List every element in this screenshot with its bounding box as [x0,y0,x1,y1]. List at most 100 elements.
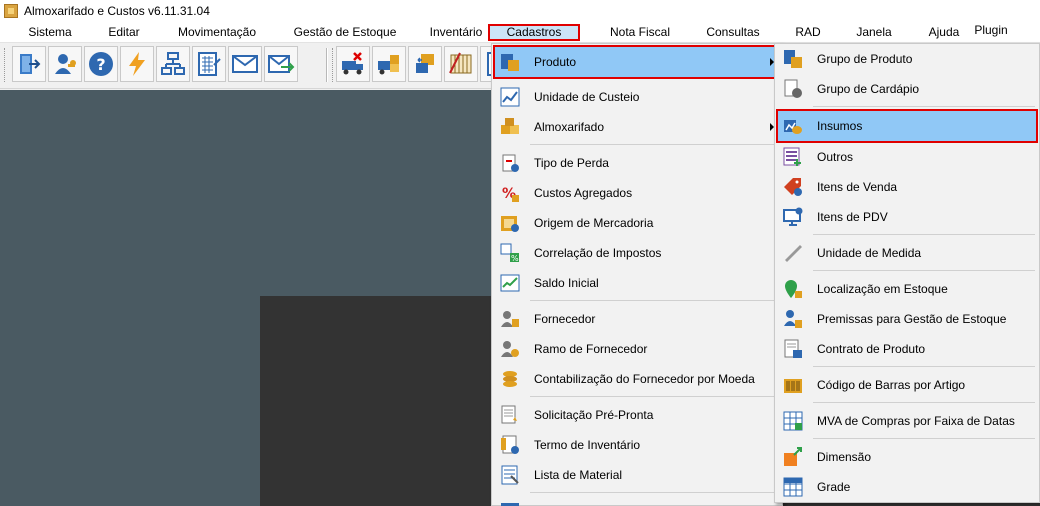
transfer-button[interactable] [408,46,442,82]
loss-type-icon [502,154,519,172]
submenu-item-codigo-de-barras[interactable]: Código de Barras por Artigo [777,372,1037,398]
menu-item-contabilizacao-fornecedor-moeda[interactable]: Contabilização do Fornecedor por Moeda [494,366,780,392]
inventory-button[interactable] [444,46,478,82]
send-mail-button[interactable] [264,46,298,82]
menu-item-saldo-inicial[interactable]: Saldo Inicial [494,270,780,296]
sale-tag-icon [784,178,802,196]
toolbar-gripper[interactable] [4,48,7,82]
exit-button[interactable] [12,46,46,82]
menu-cadastros[interactable]: Cadastros [488,24,580,41]
menu-ajuda[interactable]: Ajuda [920,24,968,41]
menu-nota-fiscal[interactable]: Nota Fiscal [598,24,682,41]
menu-consultas[interactable]: Consultas [696,24,770,41]
stock-premises-icon [784,310,802,328]
lightning-icon [129,52,145,76]
pos-icon [783,207,803,226]
partial-item-icon [501,503,519,506]
tax-correlation-icon: % [500,243,519,263]
user-access-button[interactable] [48,46,82,82]
menu-janela[interactable]: Janela [848,24,900,41]
menu-separator [530,492,778,493]
menu-item-fornecedor[interactable]: Fornecedor [494,306,780,332]
menu-item-tipo-de-perda[interactable]: Tipo de Perda [494,150,780,176]
transfer-icon [416,54,434,73]
menu-separator [813,438,1035,439]
help-button[interactable]: ? [84,46,118,82]
svg-text:%: % [511,254,519,263]
product-group-icon [784,50,802,68]
envelope-arrow-icon [268,55,295,73]
exit-door-icon [20,54,41,74]
initial-balance-icon [500,274,520,292]
menu-item-unidade-de-custeio[interactable]: Unidade de Custeio [494,84,780,110]
submenu-item-grupo-de-cardapio[interactable]: Grupo de Cardápio [777,76,1037,102]
app-box-icon [4,4,18,18]
menu-movimentacao[interactable]: Movimentação [168,24,266,41]
produto-submenu: Grupo de Produto Grupo de Cardápio Insum… [774,43,1040,503]
cost-unit-icon [500,87,520,107]
supplies-icon [784,120,802,134]
calculation-button[interactable] [192,46,226,82]
menu-editar[interactable]: Editar [98,24,150,41]
menu-separator [813,366,1035,367]
submenu-item-grade[interactable]: Grade [777,474,1037,500]
percent-icon: % [502,186,519,202]
menu-plugin[interactable]: Plugin [968,22,1014,39]
product-icon [501,54,519,71]
menu-item-origem-de-mercadoria[interactable]: Origem de Mercadoria [494,210,780,236]
dimension-icon [784,447,802,466]
truck-box-icon [378,55,399,75]
submenu-item-itens-de-venda[interactable]: Itens de Venda [777,174,1037,200]
menu-item-termo-de-inventario[interactable]: Termo de Inventário [494,432,780,458]
ruler-icon [785,245,802,262]
org-chart-icon [161,52,185,75]
menu-item-solicitacao-pre-pronta[interactable]: Solicitação Pré-Pronta [494,402,780,428]
submenu-item-dimensao[interactable]: Dimensão [777,444,1037,470]
mail-button[interactable] [228,46,262,82]
menu-item-correlacao-de-impostos[interactable]: % Correlação de Impostos [494,240,780,266]
mva-icon [783,411,803,431]
menu-group-icon [784,79,802,98]
menu-gestao-de-estoque[interactable]: Gestão de Estoque [284,24,406,41]
menu-separator [813,402,1035,403]
menu-item-partial[interactable] [494,496,780,506]
menu-item-lista-de-material[interactable]: Lista de Material [494,462,780,488]
menu-rad[interactable]: RAD [786,24,830,41]
structure-button[interactable] [156,46,190,82]
menu-item-produto[interactable]: Produto [493,45,781,79]
menu-sistema[interactable]: Sistema [18,24,82,41]
submenu-item-contrato-de-produto[interactable]: Contrato de Produto [777,336,1037,362]
submenu-item-outros[interactable]: Outros [777,144,1037,170]
submenu-item-premissas-gestao-estoque[interactable]: Premissas para Gestão de Estoque [777,306,1037,332]
calculator-form-icon [198,52,221,76]
inventory-term-icon [501,435,519,454]
coins-icon [503,371,517,387]
inventory-icon [449,52,472,74]
submenu-item-unidade-de-medida[interactable]: Unidade de Medida [777,240,1037,266]
barcode-icon [784,379,802,393]
warehouse-icon [501,118,519,134]
menu-separator [530,300,778,301]
toolbar-group-main: ? [12,46,298,86]
menu-item-ramo-de-fornecedor[interactable]: Ramo de Fornecedor [494,336,780,362]
menu-item-custos-agregados[interactable]: % Custos Agregados [494,180,780,206]
menu-inventario[interactable]: Inventário [422,24,490,41]
submenu-item-localizacao-em-estoque[interactable]: Localização em Estoque [777,276,1037,302]
action-button[interactable] [120,46,154,82]
toolbar-separator [326,48,328,82]
supplier-branch-icon [501,341,519,357]
truck-box-button[interactable] [372,46,406,82]
goods-origin-icon [501,216,519,232]
truck-remove-button[interactable] [336,46,370,82]
menu-item-almoxarifado[interactable]: Almoxarifado [494,114,780,140]
location-pin-icon [785,280,802,298]
submenu-item-itens-de-pdv[interactable]: Itens de PDV [777,204,1037,230]
user-key-icon [55,54,76,74]
contract-icon [784,339,802,358]
submenu-item-insumos[interactable]: Insumos [776,109,1038,143]
window-title: Almoxarifado e Custos v6.11.31.04 [24,4,210,18]
submenu-item-mva-compras[interactable]: MVA de Compras por Faixa de Datas [777,408,1037,434]
menu-separator [813,106,1035,107]
submenu-item-grupo-de-produto[interactable]: Grupo de Produto [777,46,1037,72]
toolbar-gripper-2[interactable] [332,48,335,82]
